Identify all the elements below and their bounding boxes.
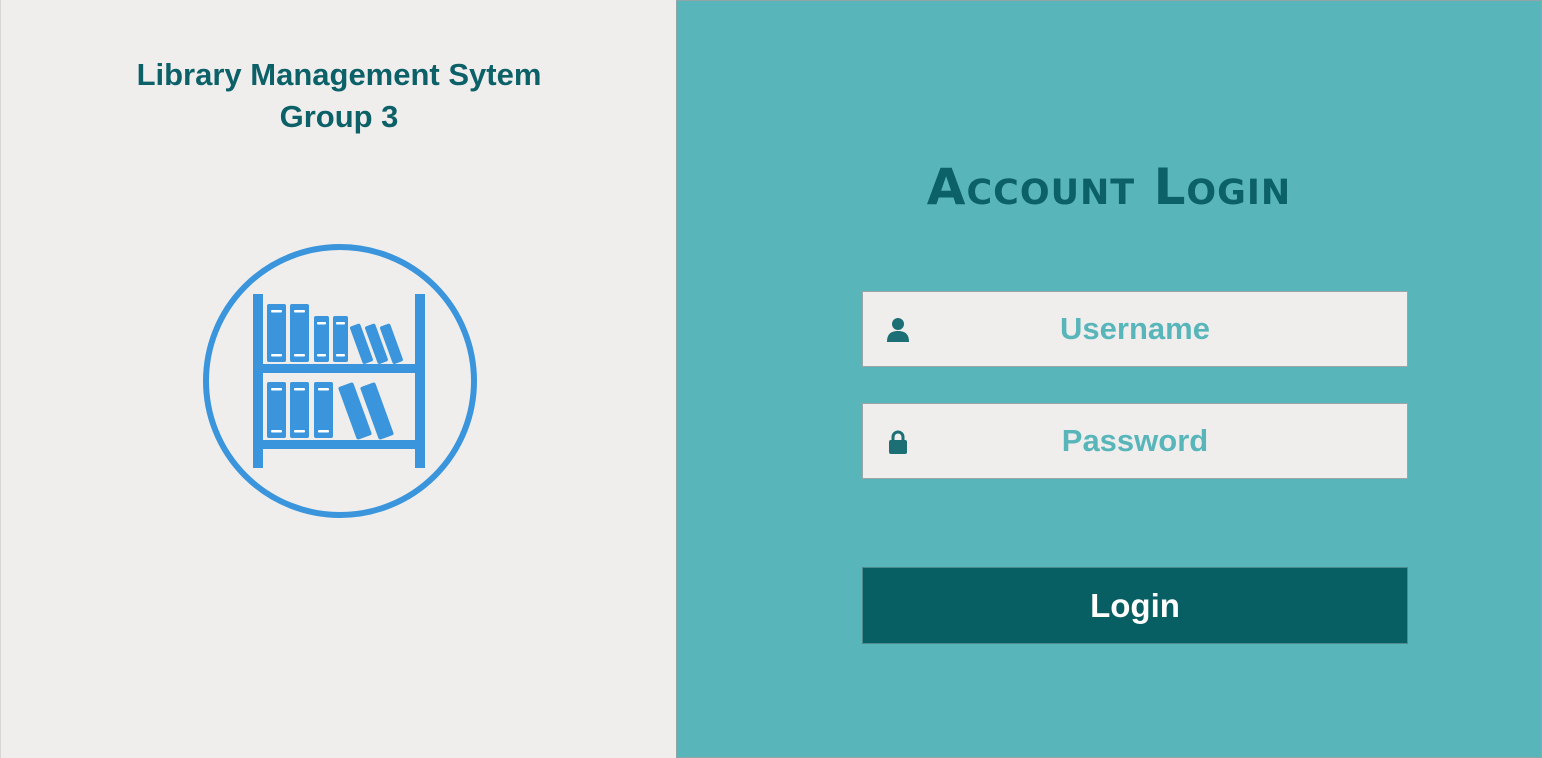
branding-panel: Library Management Sytem Group 3 [0,0,676,758]
app-title: Library Management Sytem Group 3 [1,54,677,138]
bookshelf-icon [203,244,477,518]
password-field[interactable] [862,403,1408,479]
login-button[interactable]: Login [862,567,1408,644]
app-title-line2: Group 3 [279,99,399,134]
login-heading: Account Login [926,158,1292,216]
username-field[interactable] [862,291,1408,367]
login-panel: Account Login Login [676,0,1542,758]
app-title-line1: Library Management Sytem [136,57,542,92]
password-input[interactable] [863,404,1407,478]
username-input[interactable] [863,292,1407,366]
